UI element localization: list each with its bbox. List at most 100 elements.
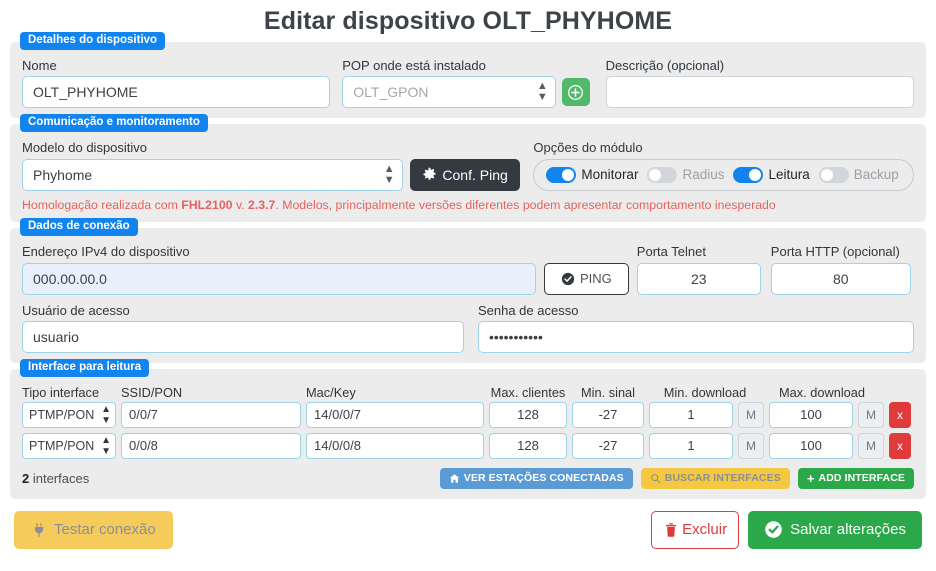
column-header-ssid: SSID/PON [121,384,183,400]
home-icon [449,473,459,483]
communication-panel: Comunicação e monitoramento Modelo do di… [10,114,926,223]
name-label: Nome [22,58,57,73]
toggle-leitura[interactable]: Leitura [733,166,810,183]
toggle-backup-label: Backup [853,167,899,182]
column-header-max-clients: Max. clientes [490,384,566,400]
row-type-value: PTMP/PON [29,438,95,453]
pop-label: POP onde está instalado [342,58,486,73]
plus-icon: + [806,470,815,486]
conf-ping-button[interactable]: Conf. Ping [410,158,520,191]
column-header-type: Tipo interface [22,384,100,400]
interfaces-footer: 2 interfaces VER ESTAÇÕES CONECTADAS BUS… [22,467,914,489]
plus-icon [568,84,584,100]
communication-legend: Comunicação e monitoramento [20,114,208,133]
interfaces-panel: Interface para leitura Tipo interface SS… [10,358,926,499]
conf-ping-label: Conf. Ping [442,166,508,183]
row-min-signal-input[interactable]: -27 [572,401,644,428]
model-select-value: Phyhome [33,166,93,183]
module-options-label: Opções do módulo [533,140,643,156]
column-header-mac: Mac/Key [306,384,356,400]
toggle-backup-switch[interactable] [818,166,849,183]
search-interfaces-label: BUSCAR INTERFACES [664,472,781,485]
ping-label: PING [580,271,612,286]
warning-mid: v. [232,197,249,212]
name-input[interactable]: OLT_PHYHOME [22,76,331,109]
row-max-download-unit[interactable]: M [858,432,884,459]
add-interface-button[interactable]: + ADD INTERFACE [797,467,914,489]
row-max-download-unit[interactable]: M [858,401,884,428]
column-header-max-download: Max. download [778,384,866,400]
row-ssid-input[interactable]: 0/0/8 [121,432,301,459]
toggle-radius[interactable]: Radius [647,166,724,183]
view-connected-stations-label: VER ESTAÇÕES CONECTADAS [463,472,624,485]
password-label: Senha de acesso [477,302,579,318]
toggle-radius-switch[interactable] [647,166,678,183]
gear-icon [423,167,436,180]
row-max-clients-input[interactable]: 128 [489,401,567,428]
ip-input[interactable]: 000.00.00.0 [22,262,536,295]
row-type-select[interactable]: PTMP/PON ▲ ▼ [22,432,116,459]
description-label: Descrição (opcional) [605,58,725,73]
user-input[interactable]: usuario [22,320,465,353]
add-interface-label: ADD INTERFACE [818,472,905,485]
pop-select-value: OLT_GPON [353,84,429,101]
pop-select[interactable]: OLT_GPON ▲ ▼ [342,76,556,109]
test-connection-button[interactable]: Testar conexão [14,510,173,549]
row-min-download-input[interactable]: 1 [649,401,733,428]
row-delete-button[interactable]: x [889,432,911,459]
column-header-min-download: Min. download [663,384,747,400]
column-header-min-signal: Min. sinal [580,384,636,400]
row-min-download-input[interactable]: 1 [649,432,733,459]
add-pop-button[interactable] [561,78,590,107]
row-max-clients-input[interactable]: 128 [489,432,567,459]
save-changes-button[interactable]: Salvar alterações [748,510,922,549]
edit-device-page: Editar dispositivo OLT_PHYHOME Detalhes … [0,0,936,571]
plug-icon [34,522,44,537]
toggle-leitura-switch[interactable] [733,166,764,183]
row-mac-input[interactable]: 14/0/0/7 [306,401,484,428]
row-min-download-unit[interactable]: M [738,432,764,459]
model-select[interactable]: Phyhome ▲ ▼ [22,158,403,191]
row-delete-button[interactable]: x [889,401,911,428]
search-interfaces-button[interactable]: BUSCAR INTERFACES [640,467,790,489]
row-mac-input[interactable]: 14/0/0/8 [306,432,484,459]
row-max-download-input[interactable]: 100 [769,401,853,428]
row-ssid-input[interactable]: 0/0/7 [121,401,301,428]
chevron-updown-icon: ▲ ▼ [101,434,111,457]
interfaces-header-row: Tipo interface SSID/PON Mac/Key Max. cli… [22,385,914,400]
telnet-port-label: Porta Telnet [636,244,706,260]
check-circle-icon [561,272,575,285]
delete-device-button[interactable]: Excluir [651,510,740,549]
view-connected-stations-button[interactable]: VER ESTAÇÕES CONECTADAS [439,467,633,489]
device-details-legend: Detalhes do dispositivo [20,32,166,51]
description-input[interactable] [605,76,914,109]
http-port-input[interactable]: 80 [770,262,911,295]
row-type-select[interactable]: PTMP/PON ▲ ▼ [22,401,116,428]
interfaces-count: 2 interfaces [22,471,89,486]
warning-model: FHL2100 [181,197,233,212]
homologation-warning: Homologação realizada com FHL2100 v. 2.3… [22,198,914,213]
ping-button[interactable]: PING [544,262,629,295]
interfaces-legend: Interface para leitura [20,358,150,377]
chevron-updown-icon: ▲ ▼ [383,162,395,186]
warning-version: 2.3.7 [248,197,276,212]
toggle-backup[interactable]: Backup [818,166,899,183]
magnifier-icon [650,473,660,483]
toggle-monitorar-switch[interactable] [546,166,577,183]
row-min-download-unit[interactable]: M [738,401,764,428]
save-changes-label: Salvar alterações [790,521,906,539]
table-row: PTMP/PON ▲ ▼ 0/0/7 14/0/0/7 128 -27 1 M 1… [22,401,914,428]
toggle-monitorar[interactable]: Monitorar [546,166,639,183]
row-min-signal-input[interactable]: -27 [572,432,644,459]
http-port-label: Porta HTTP (opcional) [770,244,900,260]
row-max-download-input[interactable]: 100 [769,432,853,459]
toggle-leitura-label: Leitura [768,167,810,182]
warning-prefix: Homologação realizada com [22,197,182,212]
connection-legend: Dados de conexão [20,218,138,237]
telnet-port-input[interactable]: 23 [636,262,761,295]
model-label: Modelo do dispositivo [22,140,148,156]
user-label: Usuário de acesso [22,302,130,318]
toggle-monitorar-label: Monitorar [581,167,639,182]
device-details-panel: Detalhes do dispositivo Nome OLT_PHYHOME… [10,32,926,119]
password-input[interactable]: ••••••••••• [477,320,914,353]
